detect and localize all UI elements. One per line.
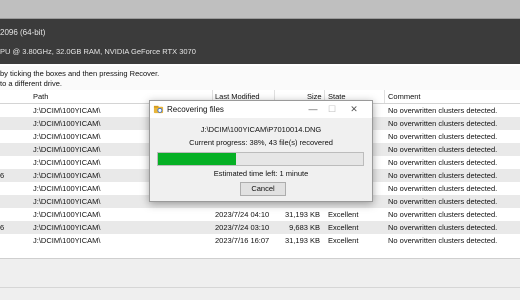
row-path: J:\DCIM\100YICAM\ <box>33 145 101 154</box>
row-state: Excellent <box>328 236 359 245</box>
row-check: 6 <box>0 223 5 232</box>
current-file-path: J:\DCIM\100YICAM\P7010014.DNG <box>200 125 322 134</box>
instructions-panel: by ticking the boxes and then pressing R… <box>0 66 520 90</box>
estimated-time-text: Estimated time left: 1 minute <box>213 169 309 178</box>
table-row[interactable]: J:\DCIM\100YICAM\ 2023/7/24 04:10 31,193 K… <box>0 208 520 221</box>
row-path: J:\DCIM\100YICAM\ <box>33 210 101 219</box>
dialog-title: Recovering files <box>167 105 224 114</box>
maximize-button[interactable]: ☐ <box>324 102 340 117</box>
row-path: J:\DCIM\100YICAM\ <box>33 158 101 167</box>
menu-divider <box>0 18 520 19</box>
cancel-button[interactable]: Cancel <box>240 182 286 196</box>
progress-bar <box>157 152 364 166</box>
column-divider[interactable] <box>384 90 385 103</box>
column-header-comment[interactable]: Comment <box>388 92 421 101</box>
minimize-button[interactable]: — <box>305 102 321 117</box>
footer-panel <box>0 259 520 300</box>
row-state: Excellent <box>328 210 359 219</box>
row-comment: No overwritten clusters detected. <box>388 132 498 141</box>
instructions-line-2: to a different drive. <box>0 79 62 88</box>
row-comment: No overwritten clusters detected. <box>388 106 498 115</box>
row-path: J:\DCIM\100YICAM\ <box>33 132 101 141</box>
row-path: J:\DCIM\100YICAM\ <box>33 106 101 115</box>
row-comment: No overwritten clusters detected. <box>388 171 498 180</box>
row-path: J:\DCIM\100YICAM\ <box>33 119 101 128</box>
row-path: J:\DCIM\100YICAM\ <box>33 223 101 232</box>
row-comment: No overwritten clusters detected. <box>388 145 498 154</box>
version-text: 2096 (64-bit) <box>0 28 46 37</box>
row-last-modified: 2023/7/24 03:10 <box>215 223 270 232</box>
progress-text: Current progress: 38%, 43 file(s) recove… <box>189 138 333 147</box>
row-state: Excellent <box>328 223 359 232</box>
instructions-line-1: by ticking the boxes and then pressing R… <box>0 69 160 78</box>
row-path: J:\DCIM\100YICAM\ <box>33 171 101 180</box>
row-comment: No overwritten clusters detected. <box>388 236 498 245</box>
row-path: J:\DCIM\100YICAM\ <box>33 236 101 245</box>
row-size: 31,193 KB <box>284 210 320 219</box>
row-size: 9,683 KB <box>289 223 320 232</box>
row-last-modified: 2023/7/16 16:07 <box>215 236 270 245</box>
close-button[interactable]: ✕ <box>346 102 362 117</box>
system-info-text: PU @ 3.80GHz, 32.0GB RAM, NVIDIA GeForce… <box>0 47 196 56</box>
row-comment: No overwritten clusters detected. <box>388 184 498 193</box>
table-row[interactable]: J:\DCIM\100YICAM\ 2023/7/16 16:07 31,193 K… <box>0 234 520 247</box>
row-comment: No overwritten clusters detected. <box>388 119 498 128</box>
row-comment: No overwritten clusters detected. <box>388 197 498 206</box>
row-last-modified: 2023/7/24 04:10 <box>215 210 270 219</box>
recovering-files-dialog: Recovering files — ☐ ✕ J:\DCIM\100YICAM\… <box>149 100 373 202</box>
column-header-path[interactable]: Path <box>33 92 48 101</box>
row-size: 31,193 KB <box>284 236 320 245</box>
menu-bar <box>0 0 520 19</box>
row-check: 6 <box>0 171 5 180</box>
row-comment: No overwritten clusters detected. <box>388 223 498 232</box>
row-path: J:\DCIM\100YICAM\ <box>33 184 101 193</box>
row-path: J:\DCIM\100YICAM\ <box>33 197 101 206</box>
progress-bar-fill <box>158 153 236 165</box>
dialog-title-bar[interactable]: Recovering files — ☐ ✕ <box>150 101 372 118</box>
recovery-app-icon <box>153 105 164 114</box>
footer-divider-2 <box>0 287 520 288</box>
row-comment: No overwritten clusters detected. <box>388 210 498 219</box>
app-header: 2096 (64-bit) PU @ 3.80GHz, 32.0GB RAM, … <box>0 0 520 64</box>
table-row[interactable]: 6 J:\DCIM\100YICAM\ 2023/7/24 03:10 9,683 K… <box>0 221 520 234</box>
row-comment: No overwritten clusters detected. <box>388 158 498 167</box>
